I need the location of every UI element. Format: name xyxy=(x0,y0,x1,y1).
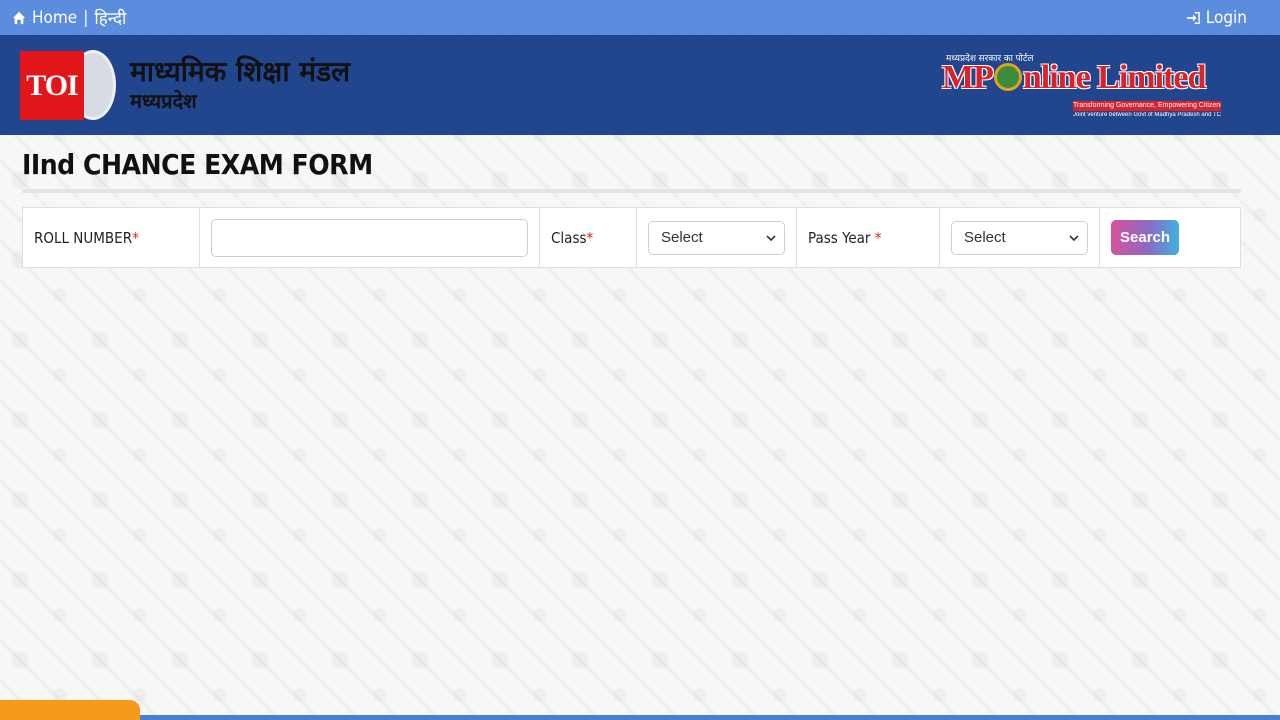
mponline-logo: मध्यप्रदेश सरकार का पोर्टल MP nline Limit… xyxy=(942,51,1227,131)
login-label: Login xyxy=(1205,7,1247,28)
mponline-jv-text: Joint venture between Govt of Madhya Pra… xyxy=(1073,112,1221,118)
home-icon xyxy=(12,11,26,24)
search-button[interactable]: Search xyxy=(1111,220,1180,255)
class-select[interactable]: Select xyxy=(648,220,785,255)
roll-number-input[interactable] xyxy=(211,218,528,257)
mponline-name: MP nline Limited xyxy=(942,59,1206,96)
required-mark: * xyxy=(586,228,594,247)
roll-number-input-cell xyxy=(200,208,540,267)
mponline-emblem-icon xyxy=(993,63,1022,91)
pass-year-label: Pass Year xyxy=(808,228,875,247)
board-name: माध्यमिक शिक्षा मंडल मध्यप्रदेश xyxy=(130,55,350,113)
bottom-floating-tab[interactable] xyxy=(0,700,140,720)
class-label: Class xyxy=(551,228,587,247)
board-name-line2: मध्यप्रदेश xyxy=(130,89,197,113)
top-nav-right: Login xyxy=(1186,8,1268,28)
chevron-down-icon xyxy=(766,234,776,241)
hindi-link[interactable]: हिन्दी xyxy=(94,6,126,29)
top-nav-bar: Home | हिन्दी Login xyxy=(0,0,1280,35)
search-form: ROLL NUMBER * Class * Select Pass Year * S… xyxy=(22,207,1241,268)
class-label-cell: Class * xyxy=(540,208,637,267)
toi-badge: TOI xyxy=(20,51,84,120)
login-icon xyxy=(1186,11,1200,24)
pass-year-select[interactable]: Select xyxy=(951,220,1088,255)
search-button-cell: Search xyxy=(1100,208,1240,267)
title-divider xyxy=(22,189,1241,193)
site-header: TOI माध्यमिक शिक्षा मंडल मध्यप्रदेश मध्य… xyxy=(0,35,1280,135)
mponline-subtitle: Transforming Governance, Empowering Citi… xyxy=(1073,101,1221,111)
bottom-bar xyxy=(140,715,1280,720)
pass-year-select-cell: Select xyxy=(940,208,1100,267)
required-mark: * xyxy=(874,228,882,247)
required-mark: * xyxy=(132,228,139,247)
top-nav-left: Home | हिन्दी xyxy=(12,6,126,29)
chevron-down-icon xyxy=(1069,234,1079,241)
class-select-value: Select xyxy=(661,229,703,246)
login-link[interactable]: Login xyxy=(1186,8,1247,28)
home-label: Home xyxy=(32,7,78,28)
page-title: IInd CHANCE EXAM FORM xyxy=(22,148,373,181)
class-select-cell: Select xyxy=(637,208,797,267)
home-link[interactable]: Home xyxy=(12,8,77,28)
pass-year-label-cell: Pass Year * xyxy=(797,208,940,267)
nav-separator: | xyxy=(83,7,89,28)
board-name-line1: माध्यमिक शिक्षा मंडल xyxy=(130,55,351,88)
roll-number-label-cell: ROLL NUMBER * xyxy=(23,208,200,267)
roll-number-label: ROLL NUMBER xyxy=(34,228,133,247)
pass-year-select-value: Select xyxy=(964,229,1006,246)
